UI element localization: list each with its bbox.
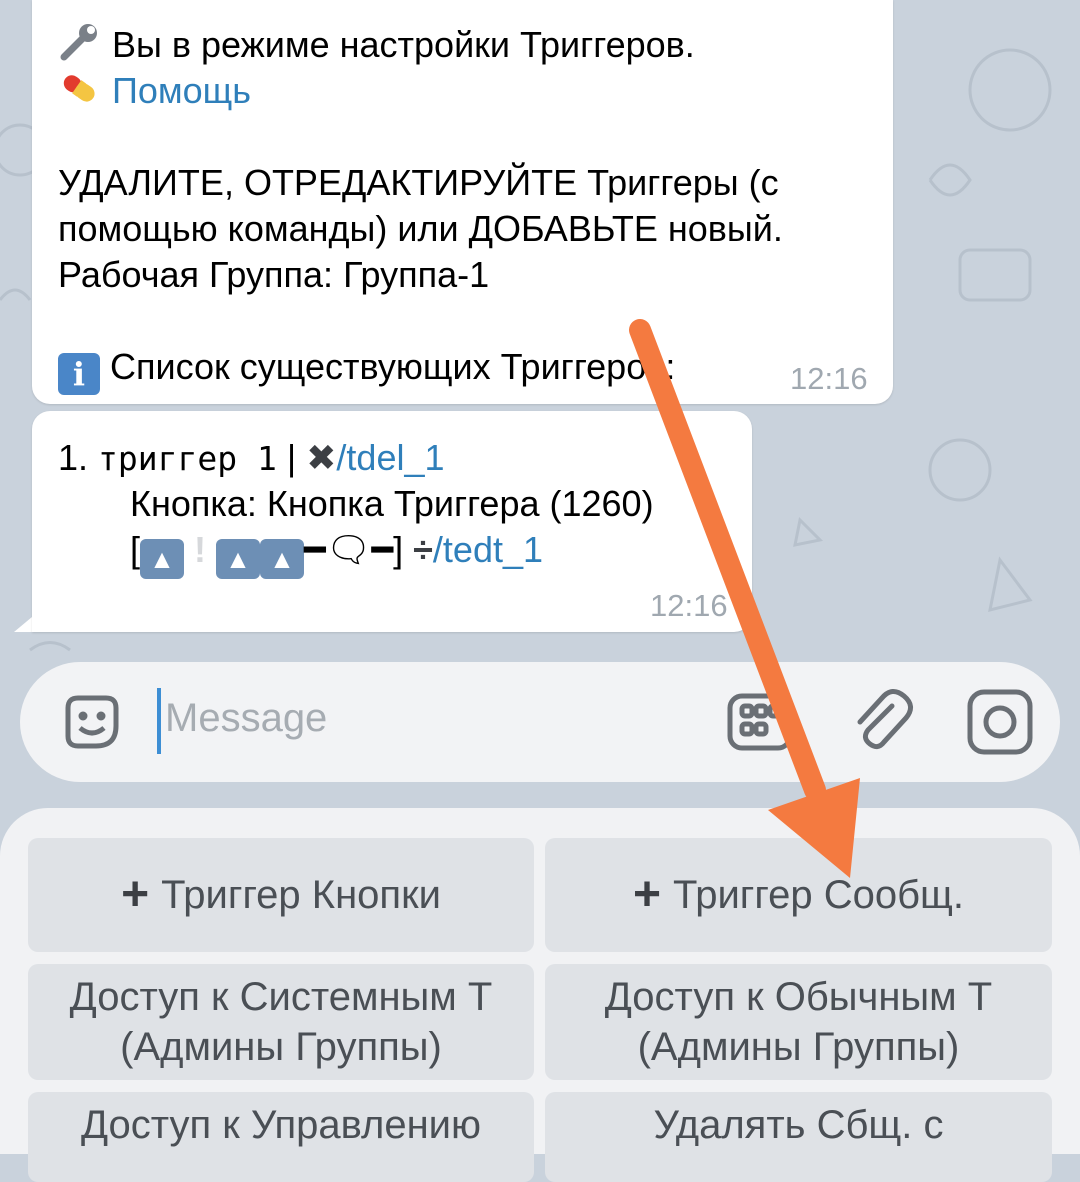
list-title-text: Список существующих Триггеров: (110, 346, 676, 387)
up-button-icon-2: ▲ (216, 539, 261, 579)
keyboard-button-label: Триггер Кнопки (161, 873, 441, 917)
dash-icon-2: ━ (371, 529, 394, 570)
message-input-bar: Message (20, 662, 1060, 782)
keyboard-button-label: Доступ к Системным Т (Админы Группы) (69, 975, 493, 1069)
pill-icon (58, 70, 112, 111)
trigger-button-line: Кнопка: Кнопка Триггера (1260) (130, 483, 654, 524)
plus-icon: + (121, 868, 150, 921)
bot-reply-keyboard: + Триггер Кнопки + Триггер Сообщ. Доступ… (0, 808, 1080, 1182)
message-line-instruction-2: помощью команды) или ДОБАВЬТЕ новый. (58, 208, 783, 249)
bracket-open: [ (130, 529, 141, 570)
message-time-2: 12:16 (650, 588, 728, 623)
cross-icon: ✖ (306, 437, 337, 478)
keyboard-button-label: Триггер Сообщ. (673, 873, 965, 917)
trigger-row: 1. триггер 1 | ✖/tdel_1 (58, 435, 445, 482)
up-button-icon: ▲ (140, 539, 185, 579)
message-line-list-title: i Список существующих Триггеров: (58, 344, 675, 395)
dash-icon: ━ (304, 529, 326, 570)
mode-text: Вы в режиме настройки Триггеров. (112, 24, 695, 65)
system-access-button[interactable]: Доступ к Системным Т (Админы Группы) (28, 964, 534, 1080)
regular-access-button[interactable]: Доступ к Обычным Т (Админы Группы) (545, 964, 1052, 1080)
add-button-trigger-button[interactable]: + Триггер Кнопки (28, 838, 534, 952)
speech-bubble-icon: 🗨 (325, 529, 372, 570)
delete-command-link[interactable]: /tdel_1 (336, 437, 444, 478)
trigger-separator: | (286, 437, 297, 478)
keyboard-button-label: Доступ к Обычным Т (Админы Группы) (604, 975, 993, 1069)
trigger-flags-line: [▲ ! ▲ ▲ ━🗨━] ÷/tedt_1 (130, 527, 543, 579)
edit-command-link[interactable]: /tedt_1 (433, 529, 543, 570)
message-line-work-group: Рабочая Группа: Группа-1 (58, 254, 490, 295)
info-icon: i (58, 353, 100, 395)
camera-icon[interactable] (966, 688, 1034, 756)
divide-icon: ÷ (413, 529, 433, 570)
message-time: 12:16 (790, 361, 868, 396)
bot-keyboard-icon[interactable] (726, 688, 794, 756)
keyboard-button-label: Доступ к Управлению (80, 1103, 482, 1147)
management-access-button[interactable]: Доступ к Управлению (28, 1092, 534, 1182)
attach-icon[interactable] (848, 688, 916, 756)
trigger-name: триггер 1 (98, 439, 277, 478)
exclamation-icon: ! (194, 529, 207, 570)
message-line-mode: Вы в режиме настройки Триггеров. (58, 22, 695, 68)
up-button-icon-3: ▲ (260, 539, 305, 579)
message-line-instruction-1: УДАЛИТЕ, ОТРЕДАКТИРУЙТЕ Триггеры (с (58, 162, 779, 203)
text-caret (157, 688, 161, 754)
delete-messages-button[interactable]: Удалять Сбщ. с (545, 1092, 1052, 1182)
add-message-trigger-button[interactable]: + Триггер Сообщ. (545, 838, 1052, 952)
keyboard-button-label: Удалять Сбщ. с (653, 1103, 944, 1147)
message-bubble-trigger-list: 1. триггер 1 | ✖/tdel_1 Кнопка: Кнопка Т… (32, 411, 752, 632)
wrench-icon (58, 24, 112, 65)
sticker-icon[interactable] (58, 688, 126, 756)
message-line-help: Помощь (58, 68, 251, 114)
message-bubble-mode-info: Вы в режиме настройки Триггеров. Помощь … (32, 0, 893, 404)
message-input[interactable]: Message (165, 696, 327, 741)
help-link[interactable]: Помощь (112, 70, 251, 111)
plus-icon-2: + (632, 868, 662, 921)
trigger-index: 1. (58, 437, 89, 478)
bracket-close: ] (393, 529, 404, 570)
